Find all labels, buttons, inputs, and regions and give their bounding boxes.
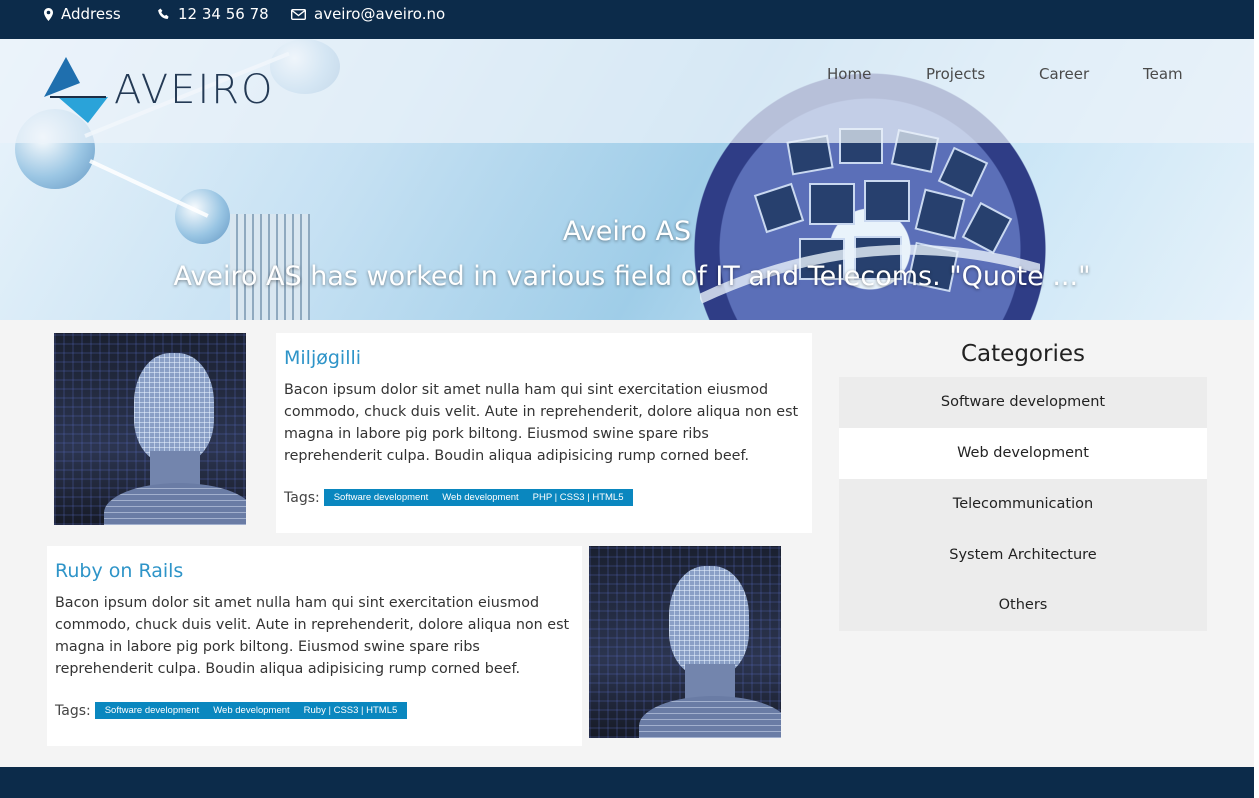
nav-home[interactable]: Home xyxy=(827,65,871,83)
hero-subtitle: Aveiro AS has worked in various field of… xyxy=(173,261,1091,292)
category-others[interactable]: Others xyxy=(839,581,1207,631)
hero-banner: AVEIRO Home Projects Career Team Aveiro … xyxy=(0,39,1254,320)
nav-projects[interactable]: Projects xyxy=(926,65,985,83)
address-item: Address xyxy=(44,5,121,23)
thumbnail-detail xyxy=(639,696,781,738)
category-system-architecture[interactable]: System Architecture xyxy=(839,530,1207,581)
post-tags: Tags: Software development Web developme… xyxy=(55,702,574,719)
tag-link[interactable]: Web development xyxy=(206,705,296,716)
thumbnail-detail xyxy=(104,483,246,525)
map-marker-icon xyxy=(44,7,53,21)
wireframe-head-image xyxy=(669,566,749,676)
hero-decor-line xyxy=(89,159,209,218)
post-body: Bacon ipsum dolor sit amet nulla ham qui… xyxy=(284,382,799,464)
tag-link[interactable]: Web development xyxy=(435,492,525,503)
categories-sidebar: Categories Software development Web deve… xyxy=(839,338,1207,631)
wireframe-head-image xyxy=(134,353,214,463)
category-web-development[interactable]: Web development xyxy=(839,428,1207,479)
hero-title: Aveiro AS xyxy=(562,216,692,247)
category-telecommunication[interactable]: Telecommunication xyxy=(839,479,1207,530)
email-item[interactable]: aveiro@aveiro.no xyxy=(291,5,445,23)
phone-icon xyxy=(158,8,170,20)
post-thumbnail[interactable] xyxy=(54,333,246,525)
phone-item: 12 34 56 78 xyxy=(158,5,269,23)
nav-team[interactable]: Team xyxy=(1143,65,1183,83)
envelope-icon xyxy=(291,8,306,20)
category-software-development[interactable]: Software development xyxy=(839,377,1207,428)
post-card: Ruby on Rails Bacon ipsum dolor sit amet… xyxy=(47,546,582,746)
post-card: Miljøgilli Bacon ipsum dolor sit amet nu… xyxy=(276,333,812,533)
tag-list: Software development Web development PHP… xyxy=(323,489,634,506)
categories-heading: Categories xyxy=(961,341,1085,367)
tag-link[interactable]: Software development xyxy=(327,492,436,503)
scrollbar-track[interactable] xyxy=(1254,0,1259,798)
brand-name: AVEIRO xyxy=(114,67,275,113)
phone-text: 12 34 56 78 xyxy=(178,5,269,23)
post-body: Bacon ipsum dolor sit amet nulla ham qui… xyxy=(55,595,570,677)
post-title[interactable]: Ruby on Rails xyxy=(55,560,574,582)
tags-label: Tags: xyxy=(284,489,320,506)
tag-link[interactable]: PHP | CSS3 | HTML5 xyxy=(526,492,631,503)
post-thumbnail[interactable] xyxy=(589,546,781,738)
tag-link[interactable]: Software development xyxy=(98,705,207,716)
tag-list: Software development Web development Rub… xyxy=(94,702,408,719)
post-title[interactable]: Miljøgilli xyxy=(284,347,804,369)
top-contact-bar: Address 12 34 56 78 aveiro@aveiro.no xyxy=(0,0,1254,39)
footer xyxy=(0,767,1254,798)
tags-label: Tags: xyxy=(55,702,91,719)
brand-logo[interactable]: AVEIRO xyxy=(44,57,275,123)
aveiro-logo-icon xyxy=(44,57,108,123)
email-text[interactable]: aveiro@aveiro.no xyxy=(314,5,445,23)
nav-career[interactable]: Career xyxy=(1039,65,1089,83)
address-text: Address xyxy=(61,5,121,23)
post-tags: Tags: Software development Web developme… xyxy=(284,489,804,506)
tag-link[interactable]: Ruby | CSS3 | HTML5 xyxy=(297,705,405,716)
